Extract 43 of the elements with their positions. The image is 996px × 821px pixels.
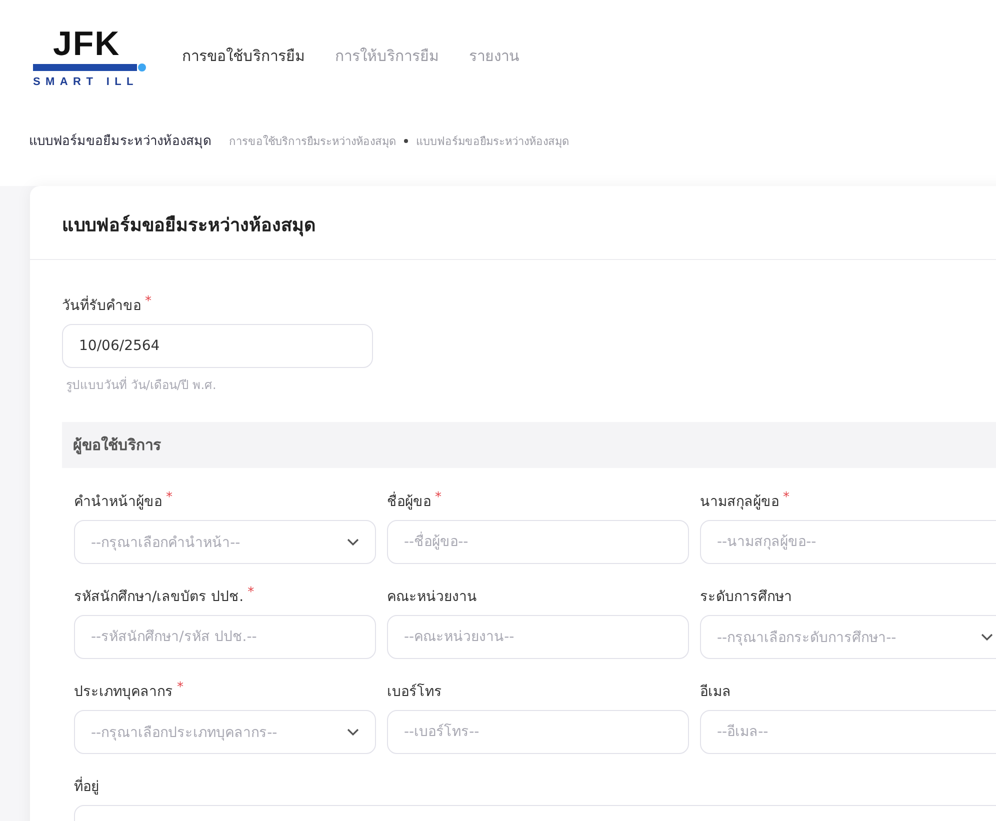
breadcrumb-separator-icon bbox=[404, 138, 408, 142]
required-marker: * bbox=[248, 585, 254, 600]
input-field[interactable]: --ชื่อผู้ขอ-- bbox=[387, 520, 689, 564]
required-marker: * bbox=[177, 680, 184, 695]
nav-link[interactable]: การให้บริการยืม bbox=[335, 44, 439, 68]
breadcrumb-link[interactable]: แบบฟอร์มขอยืมระหว่างห้องสมุด bbox=[416, 132, 569, 150]
input-field[interactable]: --เบอร์โทร-- bbox=[387, 710, 689, 754]
form-title: แบบฟอร์มขอยืมระหว่างห้องสมุด bbox=[62, 215, 316, 236]
logo-tagline: SMART ILL bbox=[33, 76, 138, 88]
field-label: อีเมล bbox=[700, 683, 731, 702]
section-title: ผู้ขอใช้บริการ bbox=[73, 435, 161, 456]
field-label: ประเภทบุคลากร bbox=[74, 683, 173, 702]
breadcrumb-link[interactable]: การขอใช้บริการยืมระหว่างห้องสมุด bbox=[229, 132, 396, 150]
field-label: ที่อยู่ bbox=[74, 775, 99, 797]
input-field[interactable]: --รหัสนักศึกษา/รหัส ปปช.-- bbox=[74, 615, 376, 659]
field-hint: รูปแบบวันที่ วัน/เดือน/ปี พ.ศ. bbox=[66, 376, 218, 394]
required-marker: * bbox=[783, 490, 790, 505]
nav-link[interactable]: การขอใช้บริการยืม bbox=[182, 44, 305, 68]
field-label: คณะหน่วยงาน bbox=[387, 588, 477, 607]
required-marker: * bbox=[145, 294, 152, 309]
input-field[interactable]: --อีเมล-- bbox=[700, 710, 996, 754]
input-field[interactable]: --นามสกุลผู้ขอ-- bbox=[700, 520, 996, 564]
field-label: ชื่อผู้ขอ bbox=[387, 490, 431, 512]
required-marker: * bbox=[435, 490, 442, 505]
select-field[interactable]: --กรุณาเลือกระดับการศึกษา-- bbox=[700, 615, 996, 659]
chevron-down-icon bbox=[347, 728, 359, 736]
select-field[interactable]: --กรุณาเลือกคำนำหน้า-- bbox=[74, 520, 376, 564]
page-title: แบบฟอร์มขอยืมระหว่างห้องสมุด bbox=[29, 132, 211, 151]
field-label: นามสกุลผู้ขอ bbox=[700, 493, 779, 512]
logo-bar-icon bbox=[33, 63, 147, 72]
chevron-down-icon bbox=[347, 538, 359, 546]
field-label: เบอร์โทร bbox=[387, 682, 442, 702]
required-marker: * bbox=[166, 490, 172, 505]
nav-link[interactable]: รายงาน bbox=[469, 44, 519, 68]
chevron-down-icon bbox=[981, 633, 993, 641]
field-label: คำนำหน้าผู้ขอ bbox=[74, 493, 162, 512]
select-field[interactable]: --กรุณาเลือกประเภทบุคลากร-- bbox=[74, 710, 376, 754]
field-label: รหัสนักศึกษา/เลขบัตร ปปช. bbox=[74, 588, 244, 607]
field-label: วันที่รับคำขอ bbox=[62, 294, 141, 316]
field-label: ระดับการศึกษา bbox=[700, 588, 792, 607]
date-field[interactable]: 10/06/2564 bbox=[62, 324, 373, 368]
input-field[interactable]: --คณะหน่วยงาน-- bbox=[387, 615, 689, 659]
logo-text: JFK bbox=[53, 28, 120, 60]
